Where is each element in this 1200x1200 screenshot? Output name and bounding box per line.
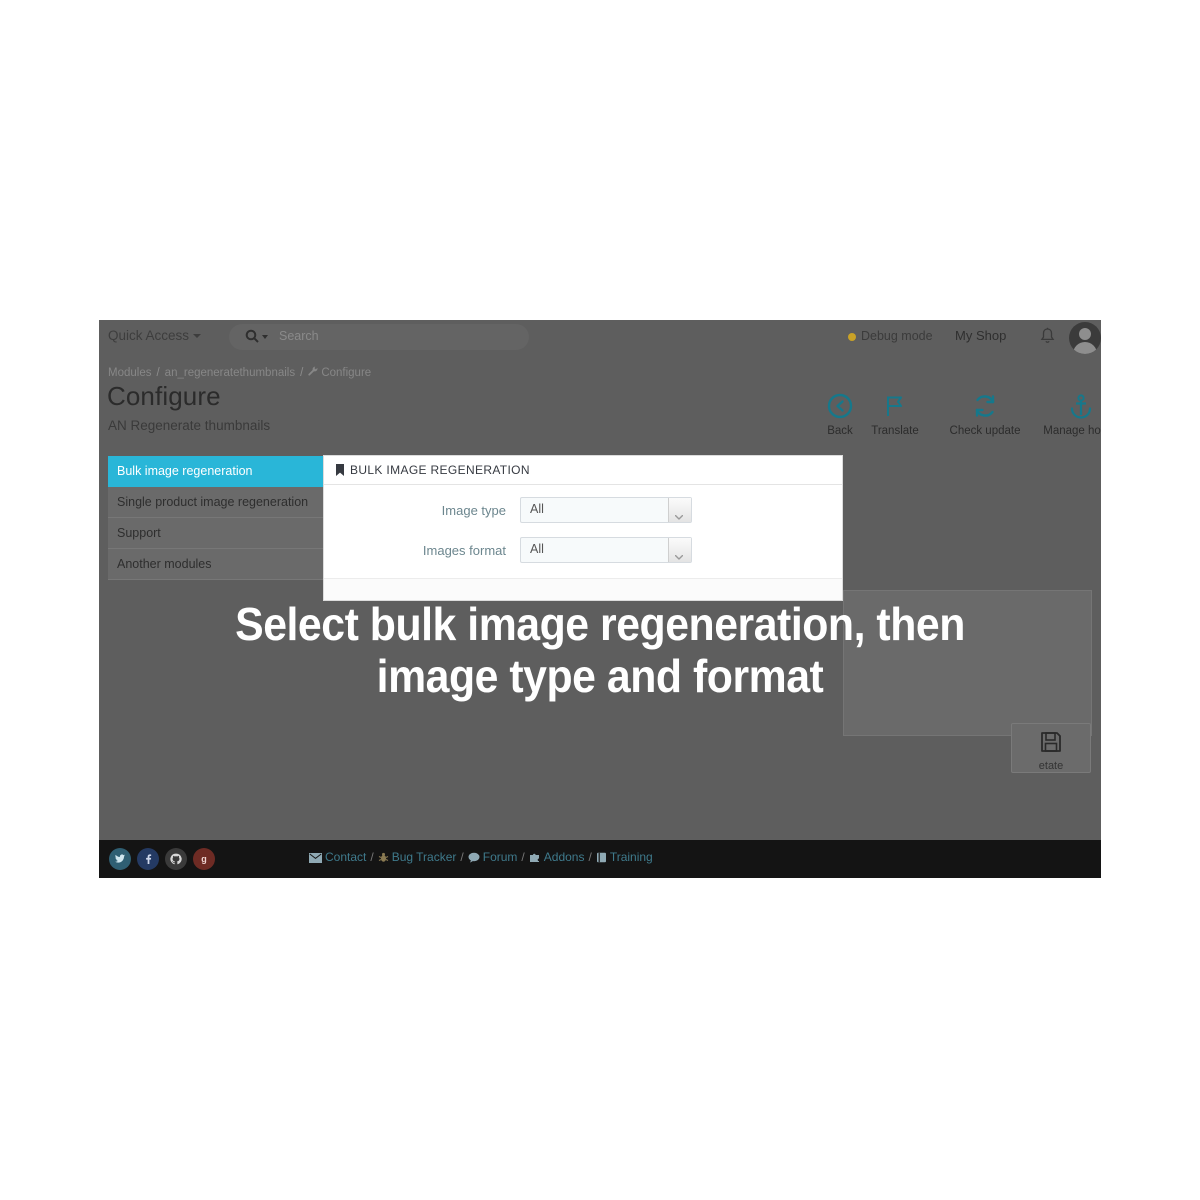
save-button-label: etate [1038,760,1064,772]
panel-header: BULK IMAGE REGENERATION [324,456,842,485]
quick-access-menu[interactable]: Quick Access [108,328,202,343]
manage-hooks-button[interactable]: Manage hooks [1031,393,1101,437]
footer-link-training[interactable]: Training [610,850,653,864]
bug-icon [378,852,389,866]
social-links: g [109,848,215,870]
search-box[interactable]: Search [229,324,529,350]
footer-separator: / [521,850,525,864]
sidebar-item-single-product-image-regeneration[interactable]: Single product image regeneration [108,487,328,518]
debug-dot-icon [848,332,856,341]
envelope-icon [309,852,322,866]
bookmark-icon [335,458,345,486]
panel-title: BULK IMAGE REGENERATION [350,463,530,477]
caption-overlay: Select bulk image regeneration, then ima… [134,598,1066,702]
search-filter-chevron-icon[interactable] [262,335,268,339]
translate-button[interactable]: Translate [855,393,935,437]
check-update-button[interactable]: Check update [937,393,1033,437]
save-button[interactable]: etate [1011,723,1091,773]
sidebar-item-label: Support [117,526,161,540]
breadcrumb-item-module[interactable]: an_regeneratethumbnails [165,367,295,379]
debug-mode-indicator: Debug mode [848,329,933,343]
bell-icon[interactable] [1039,327,1056,346]
facebook-icon[interactable] [137,848,159,870]
twitter-icon[interactable] [109,848,131,870]
chevron-down-icon [193,334,202,339]
image-type-value: All [530,502,544,516]
images-format-label: Images format [422,542,506,558]
shop-name-label: My Shop [955,328,1007,343]
avatar[interactable] [1069,322,1101,354]
footer-link-contact[interactable]: Contact [325,850,366,864]
form-row-images-format: Images format All [324,537,842,563]
breadcrumb-separator: / [156,367,160,379]
page-header: Modules / an_regeneratethumbnails / Configu… [99,355,1101,455]
check-update-label: Check update [949,425,1021,437]
page-title: Configure [107,381,221,411]
panel-body: Image type All Images format All [324,485,842,575]
select-arrow-button[interactable] [668,498,691,522]
puzzle-icon [529,852,541,866]
images-format-value: All [530,542,544,556]
image-type-label: Image type [441,502,506,518]
footer-separator: / [460,850,464,864]
caption-line-1: Select bulk image regeneration, then [235,598,965,650]
svg-text:g: g [201,854,207,864]
image-type-select[interactable]: All [520,497,692,523]
anchor-icon [1031,393,1101,423]
floppy-save-icon [1012,730,1090,759]
breadcrumb-separator: / [300,367,304,379]
images-format-select[interactable]: All [520,537,692,563]
manage-hooks-label: Manage hooks [1043,425,1101,437]
panel-footer [324,578,842,600]
sidebar-item-label: Single product image regeneration [117,495,309,509]
chevron-down-icon [674,547,684,560]
breadcrumb-item-modules[interactable]: Modules [108,367,151,379]
avatar-head [1079,328,1091,340]
refresh-icon [937,393,1033,423]
footer-link-bug-tracker[interactable]: Bug Tracker [392,850,457,864]
sidebar-item-label: Bulk image regeneration [117,464,253,478]
search-icon [245,329,259,343]
comment-icon [468,852,480,866]
avatar-body [1073,342,1097,354]
footer-link-addons[interactable]: Addons [544,850,585,864]
screenshot-stage: Quick Access Search Debug mode My Shop M… [0,0,1200,1200]
form-row-image-type: Image type All [324,497,842,523]
page-footer: g Contact / Bug Tracker / Forum / Addons / T… [99,840,1101,878]
sidebar-item-bulk-image-regeneration[interactable]: Bulk image regeneration [108,456,328,487]
googleplus-icon[interactable]: g [193,848,215,870]
breadcrumb: Modules / an_regeneratethumbnails / Configu… [108,366,371,379]
translate-label: Translate [871,425,919,437]
module-tab-list: Bulk image regeneration Single product i… [108,456,328,580]
github-icon[interactable] [165,848,187,870]
flag-icon [855,393,935,423]
footer-links: Contact / Bug Tracker / Forum / Addons / Tra… [309,850,653,866]
sidebar-item-another-modules[interactable]: Another modules [108,549,328,580]
sidebar-item-label: Another modules [117,557,212,571]
shop-selector[interactable]: My Shop [955,328,1006,343]
chevron-down-icon [674,507,684,520]
quick-access-label: Quick Access [108,328,190,343]
footer-separator: / [588,850,592,864]
search-input[interactable]: Search [279,329,319,343]
bulk-image-regeneration-panel: BULK IMAGE REGENERATION Image type All I… [323,455,843,601]
breadcrumb-item-configure: Configure [321,367,372,379]
wrench-icon [308,366,318,379]
debug-mode-label: Debug mode [861,329,933,343]
sidebar-item-support[interactable]: Support [108,518,328,549]
footer-separator: / [370,850,374,864]
page-toolbar: Back Translate Check update Manage ho [801,393,1101,455]
select-arrow-button[interactable] [668,538,691,562]
top-navigation-bar: Quick Access Search Debug mode My Shop [99,320,1101,355]
book-icon [596,852,607,866]
page-subtitle: AN Regenerate thumbnails [108,418,271,433]
caption-line-2: image type and format [376,650,824,702]
footer-link-forum[interactable]: Forum [483,850,518,864]
